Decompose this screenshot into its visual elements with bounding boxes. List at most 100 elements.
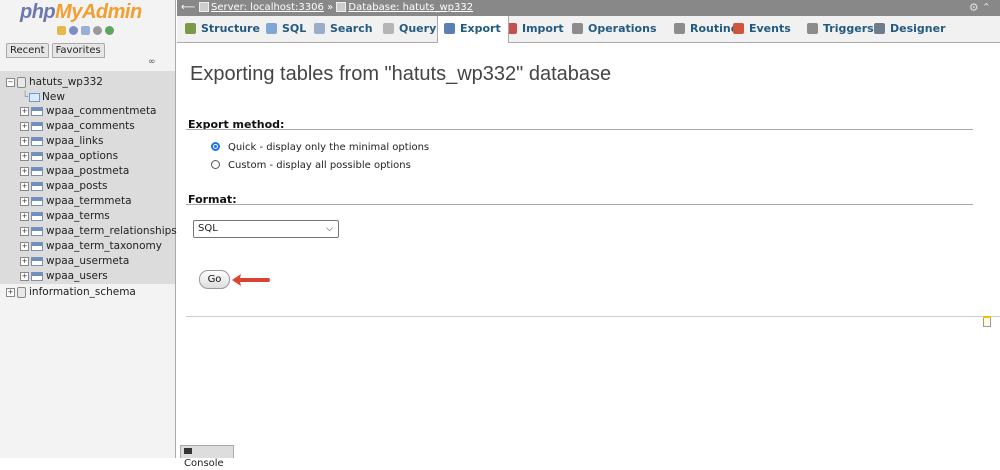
tab-operations[interactable]: Operations xyxy=(572,16,657,42)
expand-icon[interactable]: + xyxy=(20,121,29,131)
table-icon xyxy=(31,166,43,176)
expand-icon[interactable]: + xyxy=(20,271,29,281)
tab-export[interactable]: Export xyxy=(437,16,509,43)
collapse-nav-icon[interactable]: ⟵ xyxy=(181,0,195,16)
tree-table-item[interactable]: + wpaa_comments xyxy=(20,119,135,134)
expand-icon[interactable]: + xyxy=(20,226,29,236)
table-icon xyxy=(31,121,43,131)
tab-sql[interactable]: SQL xyxy=(266,16,306,42)
link-icon[interactable]: ∞ xyxy=(148,57,156,67)
tree-item-label[interactable]: wpaa_terms xyxy=(46,210,110,222)
tree-table-item[interactable]: + wpaa_posts xyxy=(20,179,108,194)
tree-item-label[interactable]: wpaa_termmeta xyxy=(46,195,132,207)
table-icon xyxy=(31,211,43,221)
database-icon xyxy=(17,76,26,88)
tree-table-item[interactable]: + wpaa_options xyxy=(20,149,118,164)
tree-table-item[interactable]: + wpaa_users xyxy=(20,269,108,284)
phpmyadmin-logo[interactable]: phpMyAdmin xyxy=(20,1,142,24)
breadcrumb-server[interactable]: Server: localhost:3306 xyxy=(211,2,324,13)
expand-icon[interactable]: + xyxy=(20,166,29,176)
tree-table-item[interactable]: + wpaa_usermeta xyxy=(20,254,129,269)
notepad-icon[interactable] xyxy=(983,316,991,327)
gear-icon[interactable]: ⚙ xyxy=(969,1,982,14)
tree-database-item[interactable]: + information_schema xyxy=(6,285,136,300)
expand-icon[interactable]: + xyxy=(20,106,29,116)
expand-icon[interactable]: + xyxy=(20,151,29,161)
tree-item-label[interactable]: information_schema xyxy=(29,286,136,298)
tree-item-label[interactable]: wpaa_term_relationships xyxy=(46,225,177,237)
tree-table-item[interactable]: + wpaa_term_taxonomy xyxy=(20,239,162,254)
tree-item-label[interactable]: wpaa_options xyxy=(46,150,118,162)
tree-item-label[interactable]: wpaa_commentmeta xyxy=(46,105,157,117)
tab-query[interactable]: Query xyxy=(383,16,436,42)
tab-structure[interactable]: Structure xyxy=(185,16,260,42)
tree-item-label[interactable]: wpaa_posts xyxy=(46,180,108,192)
tab-label: Operations xyxy=(588,22,657,35)
tab-search[interactable]: Search xyxy=(314,16,373,42)
radio-custom-label[interactable]: Custom - display all possible options xyxy=(228,160,411,171)
tree-item-label[interactable]: hatuts_wp332 xyxy=(29,76,103,88)
tree-item-label[interactable]: wpaa_term_taxonomy xyxy=(46,240,162,252)
docs-icon[interactable] xyxy=(81,26,90,35)
radio-custom-row[interactable]: Custom - display all possible options xyxy=(211,160,411,171)
navigation-panel: phpMyAdmin Recent Favorites ∞ − hatuts_wp… xyxy=(0,0,177,458)
expand-icon[interactable]: + xyxy=(20,196,29,206)
table-icon xyxy=(31,106,43,116)
collapse-icon[interactable]: − xyxy=(6,77,15,87)
operations-icon xyxy=(572,23,583,34)
tree-new-item[interactable]: └ New xyxy=(22,90,65,105)
expand-icon[interactable]: + xyxy=(20,136,29,146)
tree-database-item[interactable]: − hatuts_wp332 xyxy=(6,75,103,90)
tab-designer[interactable]: Designer xyxy=(874,16,946,42)
expand-icon[interactable]: + xyxy=(20,181,29,191)
expand-icon[interactable]: + xyxy=(6,287,15,297)
tree-table-item[interactable]: + wpaa_terms xyxy=(20,209,110,224)
expand-icon[interactable]: + xyxy=(20,241,29,251)
arrow-annotation-icon xyxy=(232,274,270,286)
main-menu: Structure SQL Search Query Export Import Opera… xyxy=(177,16,1000,43)
tab-import[interactable]: Import xyxy=(506,16,564,42)
tab-label: Structure xyxy=(201,22,260,35)
tree-item-label[interactable]: wpaa_users xyxy=(46,270,108,282)
breadcrumb-database[interactable]: Database: hatuts_wp332 xyxy=(348,2,473,13)
nav-tabs: Recent Favorites xyxy=(6,43,105,58)
home-icon[interactable] xyxy=(57,26,66,35)
format-select[interactable]: SQL ⌵ xyxy=(193,220,339,238)
tree-item-label[interactable]: wpaa_postmeta xyxy=(46,165,129,177)
console-label: Console xyxy=(184,458,224,469)
tab-label: Search xyxy=(330,22,373,35)
tab-favorites[interactable]: Favorites xyxy=(51,43,105,58)
structure-icon xyxy=(185,23,196,34)
console-button[interactable]: Console xyxy=(180,445,234,469)
radio-quick[interactable] xyxy=(211,142,220,151)
divider xyxy=(186,204,973,205)
tree-table-item[interactable]: + wpaa_term_relationships xyxy=(20,224,177,239)
tree-item-label[interactable]: wpaa_links xyxy=(46,135,103,147)
expand-icon[interactable]: + xyxy=(20,211,29,221)
maximize-icon[interactable]: ⌃ xyxy=(982,1,994,14)
tree-table-item[interactable]: + wpaa_links xyxy=(20,134,103,149)
tree-table-item[interactable]: + wpaa_termmeta xyxy=(20,194,132,209)
tab-triggers[interactable]: Triggers xyxy=(807,16,874,42)
radio-quick-label[interactable]: Quick - display only the minimal options xyxy=(228,142,429,153)
reload-icon[interactable] xyxy=(105,26,114,35)
query-icon xyxy=(383,23,394,34)
radio-custom[interactable] xyxy=(211,160,220,169)
tab-label: Import xyxy=(522,22,564,35)
tree-item-label[interactable]: New xyxy=(42,91,65,103)
expand-icon[interactable]: + xyxy=(20,256,29,266)
table-icon xyxy=(31,256,43,266)
tab-recent[interactable]: Recent xyxy=(6,43,49,58)
nav-icon-bar xyxy=(57,26,114,35)
tab-label: Export xyxy=(460,22,501,35)
topbar-controls: ⚙⌃ xyxy=(969,0,994,16)
tree-item-label[interactable]: wpaa_usermeta xyxy=(46,255,129,267)
go-button[interactable]: Go xyxy=(199,270,230,289)
logout-icon[interactable] xyxy=(69,26,78,35)
tree-item-label[interactable]: wpaa_comments xyxy=(46,120,135,132)
radio-quick-row[interactable]: Quick - display only the minimal options xyxy=(211,142,429,153)
settings-icon[interactable] xyxy=(93,26,102,35)
tree-table-item[interactable]: + wpaa_commentmeta xyxy=(20,104,157,119)
tab-events[interactable]: Events xyxy=(733,16,791,42)
tree-table-item[interactable]: + wpaa_postmeta xyxy=(20,164,129,179)
